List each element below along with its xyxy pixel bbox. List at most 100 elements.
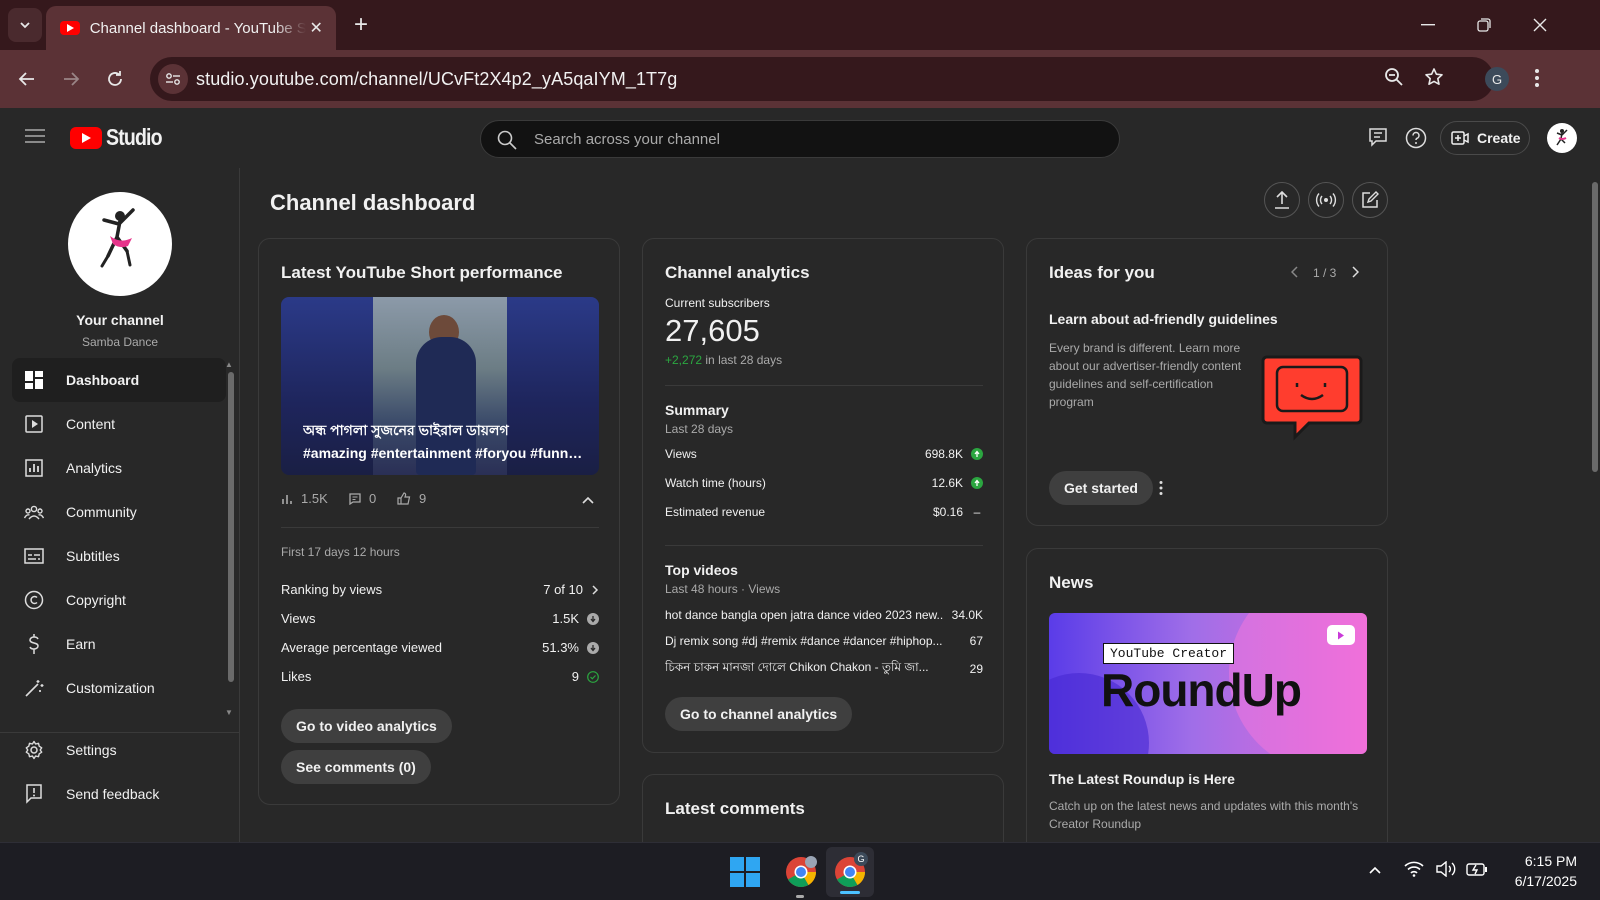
help-icon[interactable] bbox=[1405, 127, 1427, 149]
news-headline[interactable]: The Latest Roundup is Here bbox=[1049, 771, 1235, 787]
sidebar-item-community[interactable]: Community bbox=[12, 490, 226, 534]
live-broadcast-icon bbox=[1315, 193, 1337, 207]
go-to-video-analytics-button[interactable]: Go to video analytics bbox=[281, 709, 452, 743]
minimize-button[interactable] bbox=[1400, 0, 1456, 50]
messages-icon[interactable] bbox=[1368, 127, 1388, 147]
page-title: Channel dashboard bbox=[270, 190, 476, 215]
top-video-row[interactable]: Dj remix song #dj #remix #dance #dancer … bbox=[665, 634, 983, 648]
sidebar-item-label: Send feedback bbox=[66, 786, 160, 802]
latest-comments-card: Latest comments bbox=[642, 774, 1004, 842]
create-button[interactable]: Create bbox=[1440, 121, 1530, 155]
collapse-chevron-up-icon[interactable] bbox=[581, 495, 595, 505]
sidebar-item-send-feedback[interactable]: Send feedback bbox=[12, 772, 226, 816]
sidebar-item-earn[interactable]: Earn bbox=[12, 622, 226, 666]
search-input[interactable]: Search across your channel bbox=[534, 131, 720, 148]
trend-up-icon bbox=[971, 448, 983, 460]
summary-row-views: Views 698.8K bbox=[665, 447, 983, 461]
thumbs-up-icon bbox=[397, 492, 411, 505]
subscribers-change: +2,272 in last 28 days bbox=[665, 353, 783, 367]
sidebar-item-content[interactable]: Content bbox=[12, 402, 226, 446]
wifi-icon[interactable] bbox=[1404, 861, 1424, 877]
see-comments-button[interactable]: See comments (0) bbox=[281, 750, 431, 784]
browser-menu-icon[interactable] bbox=[1534, 67, 1540, 89]
browser-tab-bar: Channel dashboard - YouTube Studio ✕ + bbox=[0, 0, 1600, 50]
youtube-logo-icon bbox=[70, 126, 102, 149]
address-bar[interactable]: studio.youtube.com/channel/UCvFt2X4p2_yA… bbox=[150, 57, 1494, 101]
upload-icon bbox=[1275, 191, 1289, 209]
reload-button[interactable] bbox=[100, 64, 130, 94]
windows-start-icon[interactable] bbox=[730, 857, 760, 887]
short-thumbnail[interactable]: অন্ধ পাগলা সুজনের ভাইরাল ডায়লগ #amazing… bbox=[281, 297, 599, 475]
tab-search-button[interactable] bbox=[8, 8, 42, 42]
site-info-button[interactable] bbox=[158, 64, 188, 94]
tab-close-icon[interactable]: ✕ bbox=[306, 18, 326, 38]
chrome-active-app[interactable]: G bbox=[826, 847, 874, 897]
hamburger-menu-icon[interactable] bbox=[25, 128, 45, 144]
go-live-button[interactable] bbox=[1308, 182, 1344, 218]
create-post-button[interactable] bbox=[1352, 182, 1388, 218]
card-title: Latest YouTube Short performance bbox=[281, 263, 563, 282]
zoom-icon[interactable] bbox=[1384, 67, 1404, 87]
go-to-channel-analytics-button[interactable]: Go to channel analytics bbox=[665, 697, 853, 731]
sidebar-item-analytics[interactable]: Analytics bbox=[12, 446, 226, 490]
card-title: Ideas for you bbox=[1049, 263, 1155, 282]
browser-toolbar: studio.youtube.com/channel/UCvFt2X4p2_yA… bbox=[0, 50, 1600, 108]
tray-chevron-up-icon[interactable] bbox=[1368, 865, 1382, 875]
restore-button[interactable] bbox=[1456, 0, 1512, 50]
more-options-icon[interactable] bbox=[1159, 480, 1163, 496]
sidebar-item-copyright[interactable]: Copyright bbox=[12, 578, 226, 622]
inline-likes: 9 bbox=[397, 491, 426, 506]
sidebar-item-dashboard[interactable]: Dashboard bbox=[12, 358, 226, 402]
new-tab-button[interactable]: + bbox=[354, 12, 368, 38]
earn-icon bbox=[24, 634, 44, 654]
gear-icon bbox=[24, 740, 44, 760]
next-idea-chevron-right-icon[interactable] bbox=[1351, 266, 1359, 278]
bookmark-star-icon[interactable] bbox=[1424, 67, 1444, 87]
forward-button[interactable] bbox=[56, 64, 86, 94]
chrome-icon[interactable] bbox=[784, 855, 818, 889]
sidebar-item-label: Content bbox=[66, 416, 116, 432]
top-videos-title: Top videos bbox=[665, 562, 738, 578]
period-label: First 17 days 12 hours bbox=[281, 545, 400, 559]
clock-date: 6/17/2025 bbox=[1514, 873, 1577, 889]
close-window-button[interactable] bbox=[1512, 0, 1568, 50]
get-started-button[interactable]: Get started bbox=[1049, 471, 1153, 505]
reload-icon bbox=[108, 71, 122, 86]
studio-logo-text: Studio bbox=[106, 124, 163, 150]
scroll-down-arrow-icon[interactable]: ▼ bbox=[225, 708, 233, 717]
browser-tab-active[interactable]: Channel dashboard - YouTube Studio ✕ bbox=[46, 6, 336, 50]
sidebar-item-settings[interactable]: Settings bbox=[12, 728, 226, 772]
top-video-row[interactable]: চিকন চাকন মানজা দোলে Chikon Chakon - তুম… bbox=[665, 659, 983, 679]
upload-button[interactable] bbox=[1264, 182, 1300, 218]
back-button[interactable] bbox=[12, 64, 42, 94]
studio-logo[interactable]: Studio bbox=[70, 124, 172, 151]
restore-icon bbox=[1477, 18, 1491, 32]
arrow-down-indicator-icon bbox=[587, 612, 599, 625]
sidebar-item-customization[interactable]: Customization bbox=[12, 666, 226, 710]
news-banner-image[interactable]: YouTube Creator RoundUp bbox=[1049, 613, 1367, 754]
sidebar-item-subtitles[interactable]: Subtitles bbox=[12, 534, 226, 578]
idea-body: Every brand is different. Learn more abo… bbox=[1049, 341, 1242, 409]
browser-profile-avatar[interactable]: G bbox=[1485, 67, 1509, 91]
summary-row-watch-time: Watch time (hours) 12.6K bbox=[665, 476, 983, 490]
previous-idea-chevron-left-icon[interactable] bbox=[1291, 266, 1299, 278]
url-text: studio.youtube.com/channel/UCvFt2X4p2_yA… bbox=[196, 68, 678, 89]
page-scrollbar[interactable] bbox=[1590, 168, 1600, 842]
scroll-up-arrow-icon[interactable]: ▲ bbox=[225, 360, 233, 369]
channel-search[interactable]: Search across your channel bbox=[480, 120, 1120, 158]
your-channel-label[interactable]: Your channel bbox=[0, 312, 240, 328]
trend-up-icon bbox=[971, 477, 983, 489]
volume-icon[interactable] bbox=[1436, 861, 1458, 877]
short-title-line2: #amazing #entertainment #foryou #funny #… bbox=[303, 445, 588, 461]
channel-avatar[interactable] bbox=[68, 192, 172, 296]
summary-title: Summary bbox=[665, 402, 729, 418]
sidebar-item-label: Community bbox=[66, 504, 137, 520]
sidebar-item-label: Earn bbox=[66, 636, 96, 652]
battery-charging-icon[interactable] bbox=[1466, 861, 1488, 877]
clock[interactable]: 6:15 PM 6/17/2025 bbox=[1505, 851, 1577, 891]
youtube-play-icon bbox=[1327, 625, 1355, 645]
top-video-row[interactable]: hot dance bangla open jatra dance video … bbox=[665, 608, 983, 622]
sidebar-scrollbar[interactable] bbox=[228, 372, 234, 682]
stat-row-ranking[interactable]: Ranking by views 7 of 10 bbox=[281, 582, 599, 597]
account-avatar[interactable] bbox=[1547, 123, 1577, 153]
